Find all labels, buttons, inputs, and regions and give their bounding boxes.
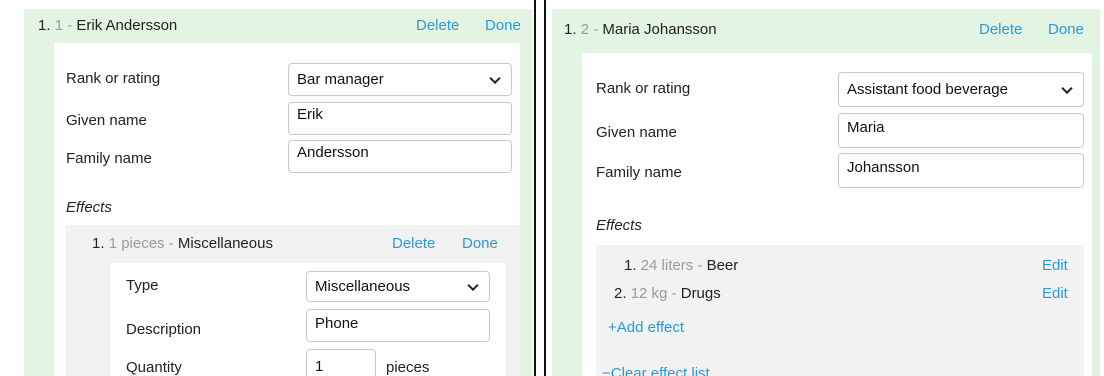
delete-crew-button[interactable]: Delete <box>416 9 459 43</box>
separator: - <box>67 17 73 34</box>
family-name-input[interactable]: Andersson <box>288 140 512 173</box>
crew-index: 1 <box>54 17 64 34</box>
effect-quantity: 12 kg <box>630 285 668 302</box>
given-name-input[interactable]: Maria <box>838 113 1084 148</box>
separator: - <box>593 21 599 38</box>
crew-name: Maria Johansson <box>602 21 717 38</box>
description-label: Description <box>126 321 202 338</box>
type-select[interactable]: Miscellaneous <box>306 271 490 302</box>
done-effect-button[interactable]: Done <box>462 235 498 252</box>
quantity-input[interactable]: 1 <box>306 349 376 376</box>
delete-crew-button[interactable]: Delete <box>979 13 1022 47</box>
family-name-label: Family name <box>596 164 682 181</box>
crew-header: 1. 1 - Erik Andersson Delete Done <box>24 9 532 43</box>
type-label: Type <box>126 277 159 294</box>
done-crew-button[interactable]: Done <box>1048 13 1084 47</box>
effect-list: 1. 1 pieces - Miscellaneous Delete Done … <box>66 225 520 376</box>
effects-title: Effects <box>66 199 112 216</box>
edit-effect-button[interactable]: Edit <box>1042 257 1068 274</box>
effect-quantity: 1 pieces <box>108 235 165 252</box>
rank-select[interactable]: Assistant food beverage <box>838 72 1084 107</box>
given-name-label: Given name <box>66 112 147 129</box>
crew-form: Rank or rating Assistant food beverage G… <box>582 53 1092 376</box>
effect-quantity: 24 liters <box>640 257 694 274</box>
list-item: 2. 12 kg - Drugs <box>614 285 721 302</box>
given-name-label: Given name <box>596 124 677 141</box>
effect-form: Type Miscellaneous Description Phone Qua… <box>110 263 506 376</box>
rank-label: Rank or rating <box>596 80 691 97</box>
list-item: 1. 24 liters - Beer <box>624 257 739 274</box>
done-crew-button[interactable]: Done <box>485 9 521 43</box>
crew-editor-right: 1. 2 - Maria Johansson Delete Done Rank … <box>544 0 1104 376</box>
crew-member-card: 1. 2 - Maria Johansson Delete Done Rank … <box>552 9 1100 376</box>
given-name-input[interactable]: Erik <box>288 102 512 135</box>
crew-name: Erik Andersson <box>76 17 178 34</box>
family-name-label: Family name <box>66 150 152 167</box>
crew-header: 1. 2 - Maria Johansson Delete Done <box>552 9 1100 43</box>
crew-number: 1. <box>38 17 51 34</box>
clear-effect-list-button[interactable]: −Clear effect list <box>602 365 710 376</box>
effects-title: Effects <box>596 217 642 234</box>
quantity-label: Quantity <box>126 359 182 376</box>
rank-label: Rank or rating <box>66 70 161 87</box>
effect-header: 1. 1 pieces - Miscellaneous <box>92 235 273 252</box>
effect-list: 1. 24 liters - Beer Edit 2. 12 kg - Drug… <box>596 245 1084 376</box>
crew-number: 1. <box>564 21 577 38</box>
panel-divider <box>534 0 544 376</box>
quantity-unit: pieces <box>386 359 430 376</box>
effect-name: Beer <box>706 257 739 274</box>
description-input[interactable]: Phone <box>306 309 490 342</box>
crew-form: Rank or rating Bar manager Given name Er… <box>54 43 520 376</box>
edit-effect-button[interactable]: Edit <box>1042 285 1068 302</box>
add-effect-button[interactable]: +Add effect <box>608 319 684 336</box>
effect-name: Drugs <box>680 285 721 302</box>
crew-member-card: 1. 1 - Erik Andersson Delete Done Rank o… <box>24 9 532 376</box>
rank-select[interactable]: Bar manager <box>288 63 512 96</box>
family-name-input[interactable]: Johansson <box>838 153 1084 188</box>
crew-editor-left: 1. 1 - Erik Andersson Delete Done Rank o… <box>0 0 534 376</box>
effect-name: Miscellaneous <box>177 235 273 252</box>
crew-index: 2 <box>580 21 590 38</box>
delete-effect-button[interactable]: Delete <box>392 235 435 252</box>
